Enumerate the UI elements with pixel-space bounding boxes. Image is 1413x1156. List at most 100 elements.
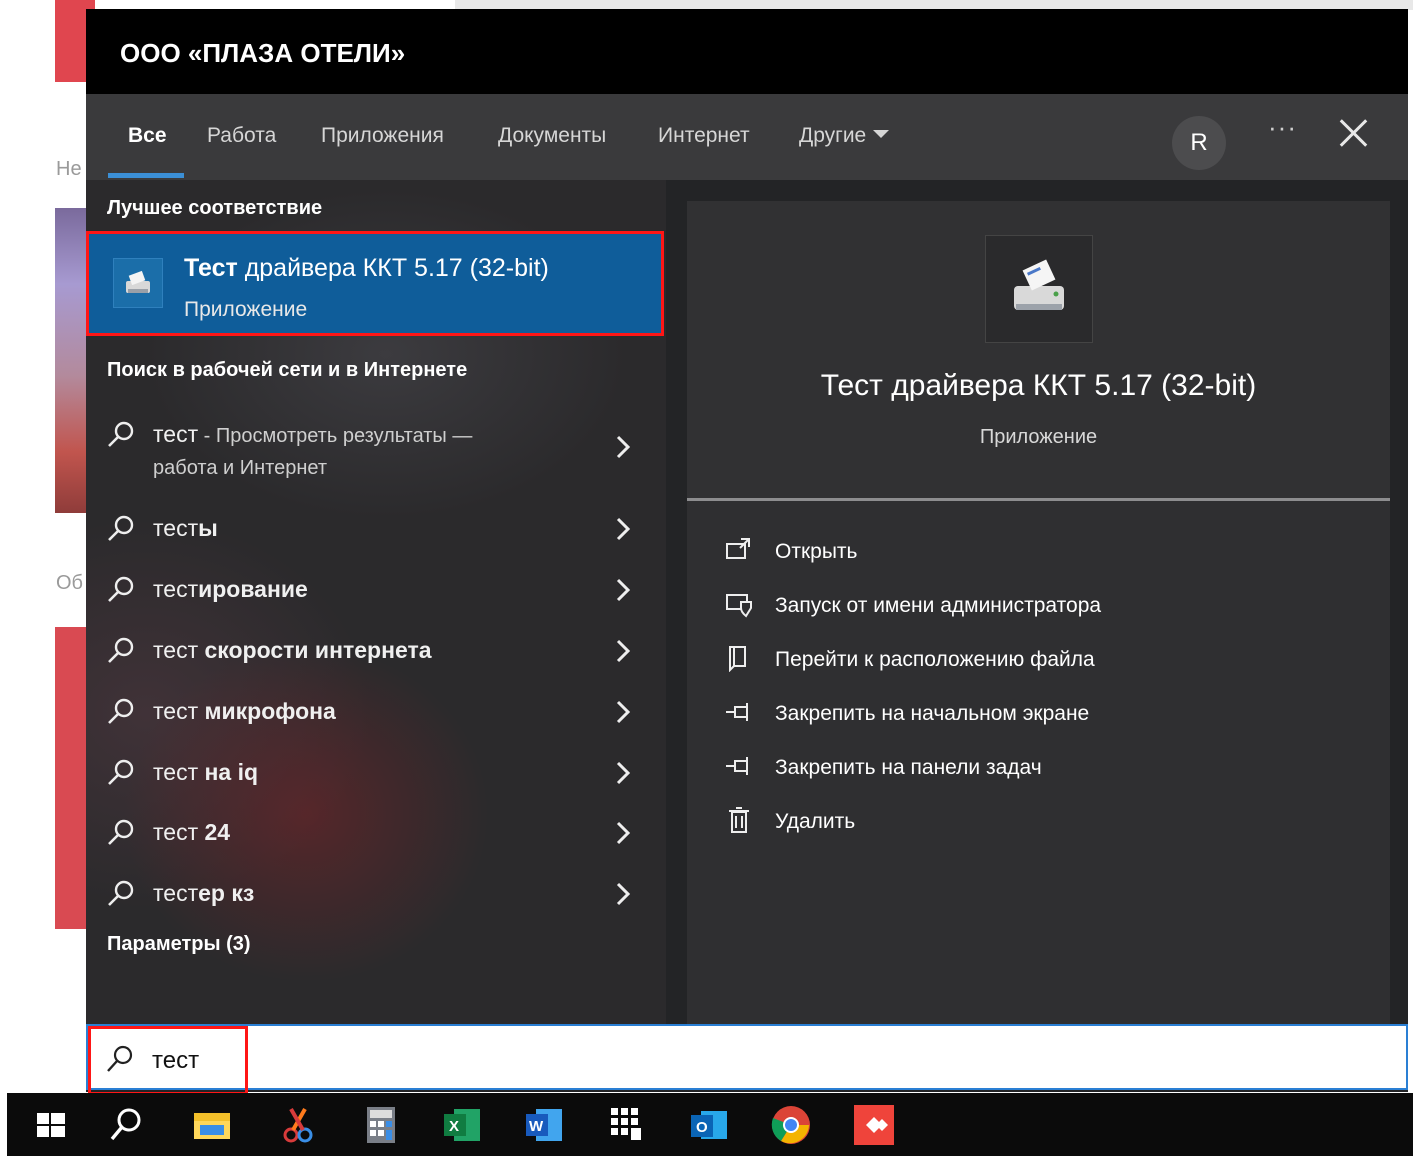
taskbar: X W O xyxy=(7,1093,1413,1156)
tab-work[interactable]: Работа xyxy=(207,124,276,148)
web-search-heading: Поиск в рабочей сети и в Интернете xyxy=(107,359,468,381)
suggestion-row[interactable]: тест на iq xyxy=(86,749,666,805)
preview-panel: Тест драйвера ККТ 5.17 (32-bit) Приложен… xyxy=(687,201,1390,1034)
tab-internet[interactable]: Интернет xyxy=(658,124,750,148)
snipping-tool-icon[interactable] xyxy=(275,1103,319,1147)
pin-to-taskbar-label: Закрепить на панели задач xyxy=(775,756,1042,779)
suggestion-row[interactable]: тестирование xyxy=(86,566,666,622)
suggestion-bold: ер кз xyxy=(198,880,255,906)
chevron-right-icon xyxy=(616,882,631,906)
best-match-item[interactable]: Тест драйвера ККТ 5.17 (32-bit) Приложен… xyxy=(86,231,664,336)
settings-heading[interactable]: Параметры (3) xyxy=(107,933,251,956)
suggestion-row[interactable]: тесты xyxy=(86,505,666,561)
file-location-icon xyxy=(729,646,746,672)
preview-header: Тест драйвера ККТ 5.17 (32-bit) Приложен… xyxy=(687,201,1390,498)
app-grid-icon[interactable] xyxy=(605,1103,649,1147)
search-icon xyxy=(108,576,134,602)
suggestion-bold: ы xyxy=(198,515,218,541)
chevron-right-icon xyxy=(616,821,631,845)
active-tab-indicator xyxy=(108,173,184,178)
excel-icon[interactable]: X xyxy=(440,1103,484,1147)
suggestion-plain: тест xyxy=(153,515,199,541)
web-search-hint-2: работа и Интернет xyxy=(153,457,327,479)
start-icon[interactable] xyxy=(29,1103,73,1147)
search-icon xyxy=(108,637,134,663)
best-match-title: Тест драйвера ККТ 5.17 (32-bit) xyxy=(184,254,549,283)
suggestion-text: тест скорости интернета xyxy=(153,637,432,664)
preview-subtitle: Приложение xyxy=(979,426,1098,448)
search-icon xyxy=(108,515,134,541)
tab-other[interactable]: Другие xyxy=(799,124,890,148)
search-input[interactable] xyxy=(86,1024,1408,1090)
web-search-text: тест - Просмотреть результаты — xyxy=(153,421,472,448)
background-text: Об xyxy=(56,572,84,594)
search-highlight-box xyxy=(88,1026,248,1095)
chevron-right-icon xyxy=(616,700,631,724)
pin-start-icon xyxy=(726,703,748,721)
suggestion-plain: тест xyxy=(153,698,199,724)
suggestion-row[interactable]: тест 24 xyxy=(86,809,666,865)
suggestion-row[interactable]: тест скорости интернета xyxy=(86,627,666,683)
suggestion-bold: 24 xyxy=(198,819,231,845)
suggestion-plain: тест xyxy=(153,576,199,602)
chevron-right-icon xyxy=(616,761,631,785)
suggestion-bold: на iq xyxy=(198,759,259,785)
word-icon[interactable]: W xyxy=(522,1103,566,1147)
uninstall-label: Удалить xyxy=(775,810,856,833)
printer-app-icon xyxy=(985,235,1093,343)
search-icon xyxy=(108,819,134,845)
suggestion-row[interactable]: тест микрофона xyxy=(86,688,666,744)
tab-other-label: Другие xyxy=(799,124,867,147)
background-text: Не xyxy=(56,158,82,180)
chrome-icon[interactable] xyxy=(769,1103,813,1147)
suggestion-plain: тест xyxy=(153,637,199,663)
search-icon xyxy=(108,880,134,906)
window-title: ООО «ПЛАЗА ОТЕЛИ» xyxy=(86,9,1408,94)
more-options-button[interactable]: ··· xyxy=(1268,112,1297,143)
tab-documents[interactable]: Документы xyxy=(498,124,606,148)
printer-app-icon xyxy=(113,258,163,308)
best-match-heading: Лучшее соответствие xyxy=(107,197,323,219)
open-file-location-label: Перейти к расположению файла xyxy=(775,648,1095,671)
suggestion-text: тест на iq xyxy=(153,759,258,786)
best-match-title-bold: Тест xyxy=(184,254,238,282)
tab-apps[interactable]: Приложения xyxy=(321,124,444,148)
search-icon xyxy=(108,698,134,724)
pin-to-start-label: Закрепить на начальном экране xyxy=(775,702,1090,725)
calculator-icon[interactable] xyxy=(359,1103,403,1147)
avatar[interactable]: R xyxy=(1172,116,1226,170)
suggestion-bold: скорости интернета xyxy=(198,637,432,663)
svg-text:W: W xyxy=(529,1118,544,1135)
svg-text:O: O xyxy=(696,1119,708,1136)
chevron-down-icon xyxy=(873,130,890,138)
admin-shield-icon xyxy=(726,594,752,618)
best-match-title-rest: драйвера ККТ 5.17 (32-bit) xyxy=(237,254,549,282)
svg-text:X: X xyxy=(449,1118,459,1135)
best-match-subtitle: Приложение xyxy=(184,298,308,321)
pin-taskbar-icon xyxy=(726,757,748,775)
search-icon[interactable] xyxy=(104,1103,148,1147)
chevron-right-icon xyxy=(616,517,631,541)
suggestion-text: тест микрофона xyxy=(153,698,336,725)
suggestion-text: тест 24 xyxy=(153,819,230,846)
preview-title: Тест драйвера ККТ 5.17 (32-bit) xyxy=(820,369,1257,402)
chevron-right-icon xyxy=(616,639,631,663)
suggestion-text: тестер кз xyxy=(153,880,254,907)
tab-all[interactable]: Все xyxy=(128,124,167,148)
open-label: Открыть xyxy=(775,540,858,563)
search-icon xyxy=(108,421,134,447)
open-icon xyxy=(726,538,750,559)
outlook-icon[interactable]: O xyxy=(687,1103,731,1147)
suggestion-bold: ирование xyxy=(198,576,308,602)
search-icon xyxy=(108,759,134,785)
run-as-admin-label: Запуск от имени администратора xyxy=(775,594,1102,617)
suggestion-text: тестирование xyxy=(153,576,308,603)
suggestion-bold: микрофона xyxy=(198,698,336,724)
suggestion-row[interactable]: тестер кз xyxy=(86,870,666,926)
web-search-row[interactable]: тест - Просмотреть результаты — работа и… xyxy=(86,411,666,491)
suggestion-plain: тест xyxy=(153,759,199,785)
divider xyxy=(687,498,1390,501)
anydesk-icon[interactable] xyxy=(852,1103,896,1147)
file-explorer-icon[interactable] xyxy=(190,1103,234,1147)
close-icon[interactable] xyxy=(1336,115,1372,151)
